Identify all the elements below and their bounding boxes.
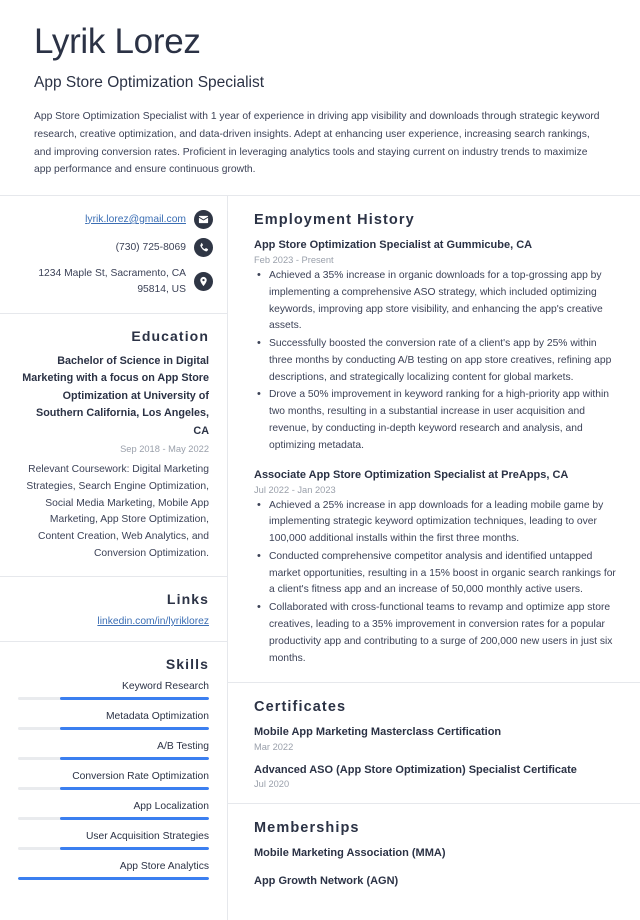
skill-level-bar — [18, 877, 209, 881]
skill-level-fill — [60, 757, 209, 761]
employment-bullet: Conducted comprehensive competitor analy… — [254, 548, 618, 599]
employment-entry: App Store Optimization Specialist at Gum… — [254, 238, 618, 455]
employment-entry-dates: Feb 2023 - Present — [254, 255, 334, 265]
certificate-name: Advanced ASO (App Store Optimization) Sp… — [254, 763, 577, 776]
membership-entry: Mobile Marketing Association (MMA) — [254, 847, 446, 860]
memberships-heading: Memberships — [254, 820, 360, 837]
skill-item: App Localization — [18, 801, 209, 821]
skill-name: App Localization — [133, 801, 209, 813]
skill-level-bar — [18, 727, 209, 731]
skill-level-bar — [18, 817, 209, 821]
education-dates: Sep 2018 - May 2022 — [120, 444, 209, 455]
skill-item: Metadata Optimization — [18, 711, 209, 731]
skill-item: Keyword Research — [18, 681, 209, 701]
contact-item-email[interactable]: lyrik.lorez@gmail.com — [18, 210, 213, 230]
employment-entry-dates: Jul 2022 - Jan 2023 — [254, 484, 336, 495]
skill-level-fill — [60, 727, 209, 731]
employment-entry: Associate App Store Optimization Special… — [254, 468, 618, 668]
employment-heading: Employment History — [254, 212, 415, 229]
links-heading: Links — [166, 591, 209, 608]
skill-level-bar — [18, 787, 209, 791]
skill-name: Metadata Optimization — [105, 711, 209, 723]
phone-text: (730) 725-8069 — [115, 241, 186, 253]
skill-level-fill — [60, 787, 209, 791]
employment-entry-title: Associate App Store Optimization Special… — [254, 468, 569, 481]
skill-name: User Acquisition Strategies — [85, 831, 209, 843]
certificate-entry: Advanced ASO (App Store Optimization) Sp… — [254, 763, 618, 789]
certificates-heading: Certificates — [254, 699, 347, 716]
contact-section: lyrik.lorez@gmail.com (730) 725-8069 123… — [0, 196, 227, 314]
page-title: Lyrik Lorez — [34, 22, 201, 61]
skills-section: Skills Keyword Research Metadata Optimiza… — [0, 642, 227, 896]
skill-name: App Store Analytics — [119, 861, 209, 873]
resume-body: lyrik.lorez@gmail.com (730) 725-8069 123… — [0, 196, 640, 920]
main-column: Employment History App Store Optimizatio… — [228, 196, 640, 920]
certificate-date: Mar 2022 — [254, 741, 294, 752]
skill-item: Conversion Rate Optimization — [18, 771, 209, 791]
education-heading: Education — [131, 327, 209, 344]
employment-bullet: Collaborated with cross-functional teams… — [254, 599, 618, 667]
skill-level-bar — [18, 697, 209, 701]
phone-icon — [194, 238, 213, 258]
skill-item: A/B Testing — [18, 741, 209, 761]
certificate-name: Mobile App Marketing Masterclass Certifi… — [254, 726, 502, 739]
employment-bullet-list: Achieved a 35% increase in organic downl… — [254, 267, 618, 455]
memberships-list: Mobile Marketing Association (MMA) App Gr… — [254, 846, 618, 889]
skill-name: A/B Testing — [157, 741, 209, 753]
memberships-section: Memberships Mobile Marketing Association… — [228, 804, 640, 903]
skill-level-fill — [60, 697, 209, 701]
envelope-icon — [194, 210, 213, 230]
employment-bullet: Achieved a 35% increase in organic downl… — [254, 267, 618, 335]
skill-level-fill — [60, 847, 209, 851]
education-section: Education Bachelor of Science in Digital… — [0, 314, 227, 578]
email-text[interactable]: lyrik.lorez@gmail.com — [85, 212, 186, 227]
employment-bullet: Successfully boosted the conversion rate… — [254, 335, 618, 386]
skills-list: Keyword Research Metadata Optimization A/B… — [18, 681, 209, 881]
certificate-date: Jul 2020 — [254, 779, 290, 790]
employment-entry-title: App Store Optimization Specialist at Gum… — [254, 239, 533, 252]
skill-name: Keyword Research — [122, 681, 209, 693]
employment-bullet: Achieved a 25% increase in app downloads… — [254, 497, 618, 548]
skill-item: App Store Analytics — [18, 861, 209, 881]
certificates-section: Certificates Mobile App Marketing Master… — [228, 683, 640, 805]
contact-item-address: 1234 Maple St, Sacramento, CA 95814, US — [18, 266, 213, 297]
skill-name: Conversion Rate Optimization — [72, 771, 209, 783]
location-pin-icon — [194, 272, 213, 291]
address-text: 1234 Maple St, Sacramento, CA 95814, US — [38, 268, 186, 295]
employment-list: App Store Optimization Specialist at Gum… — [254, 238, 618, 667]
sidebar: lyrik.lorez@gmail.com (730) 725-8069 123… — [0, 196, 228, 920]
certificates-list: Mobile App Marketing Masterclass Certifi… — [254, 725, 618, 789]
certificate-entry: Mobile App Marketing Masterclass Certifi… — [254, 725, 618, 751]
membership-entry: App Growth Network (AGN) — [254, 874, 399, 887]
skills-heading: Skills — [165, 656, 209, 673]
skill-level-bar — [18, 847, 209, 851]
contact-item-phone: (730) 725-8069 — [18, 238, 213, 258]
employment-section: Employment History App Store Optimizatio… — [228, 196, 640, 684]
skill-item: User Acquisition Strategies — [18, 831, 209, 851]
links-section: Links linkedin.com/in/lyriklorez — [0, 577, 227, 643]
professional-summary: App Store Optimization Specialist with 1… — [34, 111, 600, 176]
resume-header: Lyrik Lorez App Store Optimization Speci… — [0, 0, 640, 195]
education-description: Relevant Coursework: Digital Marketing S… — [26, 464, 209, 559]
employment-bullet-list: Achieved a 25% increase in app downloads… — [254, 497, 618, 668]
employment-bullet: Drove a 50% improvement in keyword ranki… — [254, 386, 618, 454]
education-degree: Bachelor of Science in Digital Marketing… — [22, 354, 209, 437]
link-item-linkedin[interactable]: linkedin.com/in/lyriklorez — [18, 616, 209, 627]
skill-level-fill — [18, 877, 209, 881]
skill-level-fill — [60, 817, 209, 821]
resume-page: Lyrik Lorez App Store Optimization Speci… — [0, 0, 640, 920]
job-title: App Store Optimization Specialist — [34, 74, 265, 92]
skill-level-bar — [18, 757, 209, 761]
